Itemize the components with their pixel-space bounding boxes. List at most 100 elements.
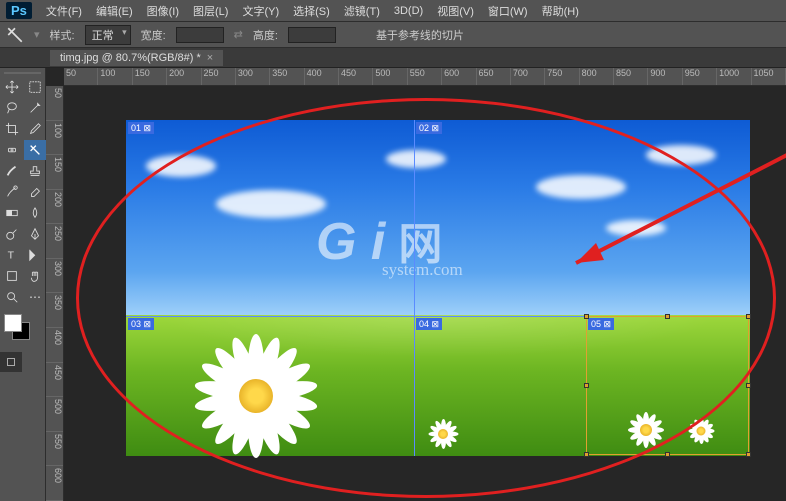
gradient-tool[interactable]	[1, 203, 23, 223]
ruler-tick: 900	[648, 68, 682, 85]
menu-bar: Ps 文件(F) 编辑(E) 图像(I) 图层(L) 文字(Y) 选择(S) 滤…	[0, 0, 786, 22]
slice-note[interactable]: 基于参考线的切片	[376, 27, 464, 43]
document-canvas[interactable]: G i 网 system.com 01 ⊠ 02 ⊠ 03 ⊠ 04 ⊠ 05 …	[126, 120, 750, 456]
history-brush-tool[interactable]	[1, 182, 23, 202]
ruler-tick: 1000	[717, 68, 751, 85]
move-tool[interactable]	[1, 77, 23, 97]
quickmask-toggle[interactable]	[0, 352, 22, 372]
ruler-tick: 400	[46, 328, 63, 363]
wand-tool[interactable]	[24, 98, 46, 118]
marquee-tool[interactable]	[24, 77, 46, 97]
style-label: 样式:	[50, 27, 75, 43]
color-swatches[interactable]	[0, 314, 45, 348]
brush-tool[interactable]	[1, 161, 23, 181]
width-field[interactable]	[176, 27, 224, 43]
ruler-tick: 750	[545, 68, 579, 85]
ruler-tick: 100	[98, 68, 132, 85]
menu-view[interactable]: 视图(V)	[437, 3, 474, 19]
tab-title: timg.jpg @ 80.7%(RGB/8#) *	[60, 52, 201, 64]
path-tool[interactable]	[24, 245, 46, 265]
ruler-vertical[interactable]: 50 100 150 200 250 300 350 400 450 500 5…	[46, 86, 64, 501]
slice-badge[interactable]: 03 ⊠	[128, 318, 154, 330]
ruler-tick: 50	[46, 86, 63, 121]
ruler-tick: 250	[46, 224, 63, 259]
menu-image[interactable]: 图像(I)	[147, 3, 179, 19]
menu-layer[interactable]: 图层(L)	[193, 3, 228, 19]
document-tab-bar: timg.jpg @ 80.7%(RGB/8#) * ×	[0, 48, 786, 68]
menu-select[interactable]: 选择(S)	[293, 3, 330, 19]
ruler-tick: 550	[408, 68, 442, 85]
menu-3d[interactable]: 3D(D)	[394, 5, 423, 17]
crop-tool[interactable]	[1, 119, 23, 139]
options-bar: ▾ 样式: 正常 宽度: ⇄ 高度: 基于参考线的切片	[0, 22, 786, 48]
hand-tool[interactable]	[24, 266, 46, 286]
ruler-tick: 500	[373, 68, 407, 85]
ruler-tick: 400	[305, 68, 339, 85]
menu-file[interactable]: 文件(F)	[46, 3, 82, 19]
ruler-tick: 250	[202, 68, 236, 85]
ruler-tick: 1050	[752, 68, 786, 85]
ruler-tick: 150	[133, 68, 167, 85]
ruler-tick: 100	[46, 121, 63, 156]
edit-toolbar[interactable]: ⋯	[24, 287, 46, 307]
ruler-tick: 200	[46, 190, 63, 225]
menu-help[interactable]: 帮助(H)	[542, 3, 579, 19]
ruler-tick: 950	[683, 68, 717, 85]
app-logo: Ps	[6, 2, 32, 19]
toolbox: T ⋯	[0, 68, 46, 501]
width-label: 宽度:	[141, 27, 166, 43]
menu-type[interactable]: 文字(Y)	[242, 3, 279, 19]
pen-tool[interactable]	[24, 224, 46, 244]
tab-close-icon[interactable]: ×	[207, 52, 213, 64]
ruler-tick: 850	[614, 68, 648, 85]
slice-tool[interactable]	[24, 140, 46, 160]
style-select[interactable]: 正常	[85, 25, 131, 45]
ruler-tick: 150	[46, 155, 63, 190]
menu-edit[interactable]: 编辑(E)	[96, 3, 133, 19]
ruler-tick: 200	[167, 68, 201, 85]
ruler-tick: 800	[580, 68, 614, 85]
svg-text:T: T	[8, 250, 15, 262]
slice-badge[interactable]: 01 ⊠	[128, 122, 154, 134]
image-daisy-large	[186, 326, 326, 466]
ruler-tick: 300	[236, 68, 270, 85]
ruler-tick: 650	[477, 68, 511, 85]
workspace: T ⋯ 50 100 150 200 250 300 350 400 450 5…	[0, 68, 786, 501]
ruler-tick: 500	[46, 397, 63, 432]
eraser-tool[interactable]	[24, 182, 46, 202]
height-field[interactable]	[288, 27, 336, 43]
type-tool[interactable]: T	[1, 245, 23, 265]
shape-tool[interactable]	[1, 266, 23, 286]
image-daisy-small	[426, 417, 460, 451]
dodge-tool[interactable]	[1, 224, 23, 244]
ruler-tick: 450	[339, 68, 373, 85]
ruler-tick: 450	[46, 363, 63, 398]
ruler-tick: 700	[511, 68, 545, 85]
stamp-tool[interactable]	[24, 161, 46, 181]
lasso-tool[interactable]	[1, 98, 23, 118]
ruler-tick: 300	[46, 259, 63, 294]
menu-filter[interactable]: 滤镜(T)	[344, 3, 380, 19]
document-tab[interactable]: timg.jpg @ 80.7%(RGB/8#) * ×	[50, 50, 223, 66]
ruler-tick: 600	[46, 466, 63, 501]
zoom-tool[interactable]	[1, 287, 23, 307]
menu-window[interactable]: 窗口(W)	[488, 3, 528, 19]
ruler-tick: 350	[46, 293, 63, 328]
height-label: 高度:	[253, 27, 278, 43]
blur-tool[interactable]	[24, 203, 46, 223]
slice-selection[interactable]	[586, 316, 749, 455]
slice-divider-v[interactable]	[414, 120, 415, 456]
ruler-tick: 350	[270, 68, 304, 85]
slice-tool-icon[interactable]	[6, 26, 24, 44]
ruler-tick: 550	[46, 432, 63, 467]
ruler-tick: 600	[442, 68, 476, 85]
image-watermark-sub: system.com	[382, 260, 463, 280]
foreground-swatch[interactable]	[4, 314, 22, 332]
slice-badge[interactable]: 02 ⊠	[416, 122, 442, 134]
ruler-tick: 50	[64, 68, 98, 85]
canvas-area: 50 100 150 200 250 300 350 400 450 500 5…	[46, 68, 786, 501]
eyedropper-tool[interactable]	[24, 119, 46, 139]
slice-badge[interactable]: 04 ⊠	[416, 318, 442, 330]
heal-tool[interactable]	[1, 140, 23, 160]
ruler-horizontal[interactable]: 50 100 150 200 250 300 350 400 450 500 5…	[64, 68, 786, 86]
